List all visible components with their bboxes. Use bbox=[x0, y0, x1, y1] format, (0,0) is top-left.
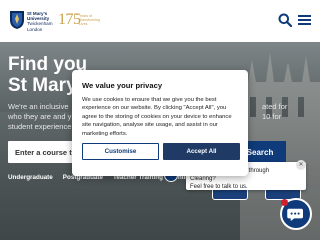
site-header: St Mary's University Twickenham London 1… bbox=[0, 0, 320, 42]
university-logo-text[interactable]: St Mary's University Twickenham London bbox=[27, 11, 53, 32]
hero-intro-text-right: ated for 10 for bbox=[262, 102, 288, 121]
brand-line: London bbox=[27, 26, 43, 32]
anniversary-number: 175 bbox=[58, 11, 81, 28]
chat-close-button[interactable]: ✕ bbox=[296, 160, 306, 170]
anniversary-text: Years of Transforming Lives bbox=[79, 14, 101, 27]
search-icon[interactable] bbox=[278, 13, 292, 27]
customise-button[interactable]: Customise bbox=[82, 143, 159, 160]
cookie-dialog-title: We value your privacy bbox=[82, 81, 163, 90]
cookie-dialog-text: We use cookies to ensure that we give yo… bbox=[82, 97, 232, 137]
notification-dot bbox=[281, 199, 288, 206]
hamburger-menu-icon[interactable] bbox=[298, 14, 311, 26]
brand-line: Twickenham bbox=[27, 21, 53, 27]
cookie-consent-dialog: We value your privacy We use cookies to … bbox=[72, 70, 248, 176]
university-crest-icon[interactable] bbox=[9, 10, 25, 30]
link-undergraduate[interactable]: Undergraduate bbox=[8, 174, 53, 181]
anniversary-logo: 175 Years of Transforming Lives bbox=[58, 11, 100, 31]
accept-all-button[interactable]: Accept All bbox=[163, 143, 240, 160]
